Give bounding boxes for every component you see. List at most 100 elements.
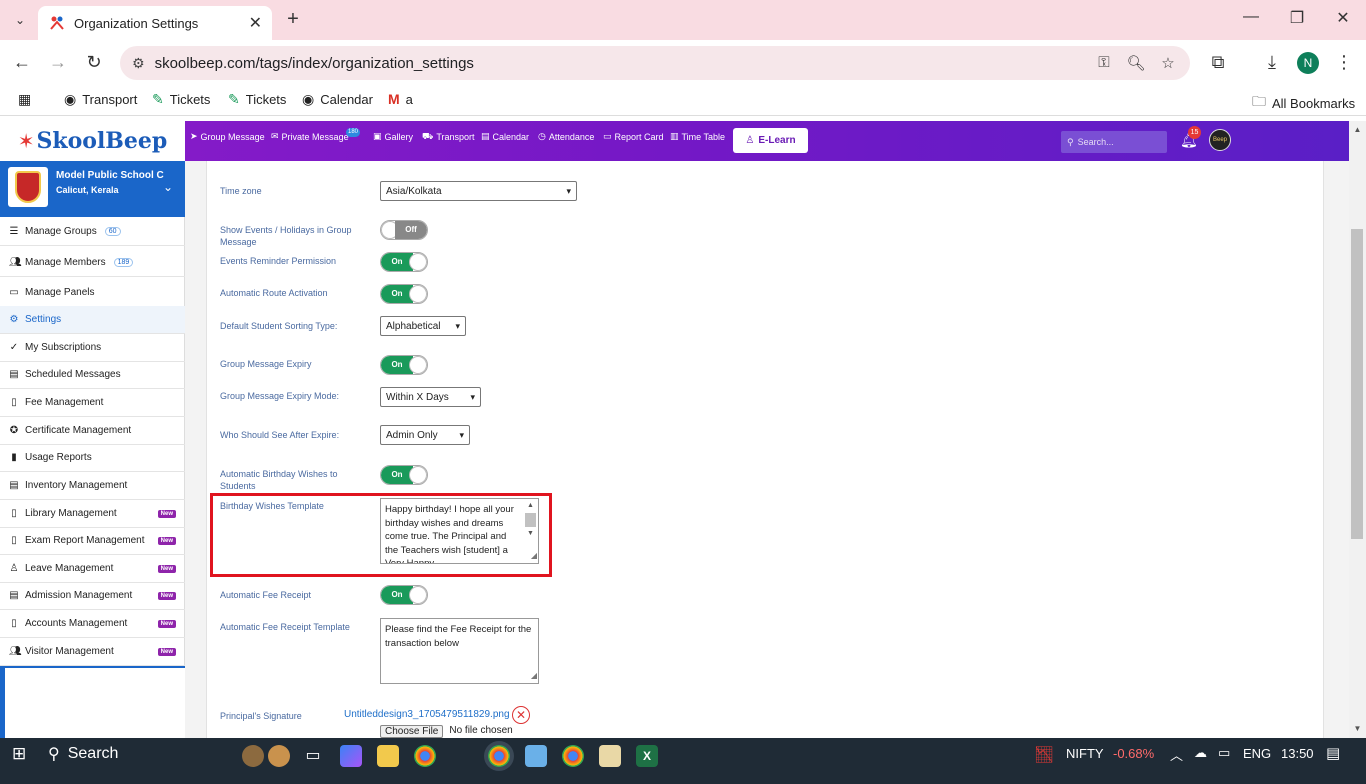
sidebar-item-library-management[interactable]: ▯ Library Management New bbox=[0, 500, 185, 528]
chrome-profile-icon[interactable] bbox=[562, 745, 584, 767]
nav-report-card[interactable]: ▭ Report Card bbox=[603, 131, 664, 142]
taskbar-widget-icon[interactable] bbox=[268, 745, 290, 767]
bookmark-transport[interactable]: ◉ Transport bbox=[64, 91, 137, 108]
copilot-icon[interactable] bbox=[340, 745, 362, 767]
browser-tab[interactable]: Organization Settings ✕ bbox=[38, 6, 272, 40]
sidebar-item-usage-reports[interactable]: ▮ Usage Reports bbox=[0, 444, 185, 472]
nav-group-message[interactable]: ➤ Group Message bbox=[190, 131, 265, 142]
sidebar-item-visitor-management[interactable]: 👥︎ Visitor Management New bbox=[0, 638, 185, 666]
sidebar-item-manage-panels[interactable]: ▭ Manage Panels bbox=[0, 279, 185, 307]
nav-attendance[interactable]: ◷ Attendance bbox=[538, 131, 594, 142]
sidebar-item-accounts-management[interactable]: ▯ Accounts Management New bbox=[0, 610, 185, 638]
sidebar-item-manage-members[interactable]: 👥︎ Manage Members 189 bbox=[0, 249, 185, 277]
new-badge: New bbox=[157, 591, 176, 600]
bookmark-tickets-2[interactable]: ✎ Tickets bbox=[228, 91, 286, 108]
clock-time[interactable]: 13:50 bbox=[1281, 746, 1314, 761]
all-bookmarks[interactable]: 🗀 All Bookmarks bbox=[1252, 91, 1355, 115]
resize-handle-icon[interactable]: ◢ bbox=[531, 669, 537, 683]
task-view-icon[interactable]: ▭ bbox=[302, 745, 324, 767]
bookmark-tickets-1[interactable]: ✎ Tickets bbox=[152, 91, 210, 108]
sidebar-item-admission-management[interactable]: ▤ Admission Management New bbox=[0, 582, 185, 610]
show-events-toggle[interactable]: Off bbox=[380, 220, 428, 240]
school-city: Calicut, Kerala bbox=[56, 185, 119, 195]
bus-icon: ⛟ bbox=[422, 131, 434, 141]
browser-menu-icon[interactable]: ⋮ bbox=[1332, 52, 1356, 73]
sidebar-item-scheduled-messages[interactable]: ▤ Scheduled Messages bbox=[0, 361, 185, 389]
school-crest bbox=[8, 167, 48, 207]
onedrive-icon[interactable]: ☁ bbox=[1194, 745, 1207, 761]
sidebar-item-certificate-management[interactable]: ✪ Certificate Management bbox=[0, 417, 185, 445]
sidebar-item-inventory-management[interactable]: ▤ Inventory Management bbox=[0, 472, 185, 500]
nav-gallery[interactable]: ▣ Gallery bbox=[373, 131, 413, 142]
sorting-select[interactable]: Alphabetical ▾ bbox=[380, 316, 466, 336]
apps-grid-icon[interactable]: ▦ bbox=[18, 91, 31, 108]
omnibox[interactable]: ⚙ skoolbeep.com/tags/index/organization_… bbox=[120, 46, 1190, 80]
windows-start-icon[interactable]: ⊞ bbox=[12, 744, 26, 764]
user-avatar[interactable]: Beep bbox=[1209, 129, 1231, 151]
gm-expiry-mode-select[interactable]: Within X Days ▾ bbox=[380, 387, 481, 407]
stock-chart-icon[interactable]: 📉︎ bbox=[1034, 745, 1054, 765]
forward-icon[interactable]: → bbox=[46, 52, 70, 74]
chrome-active-icon[interactable] bbox=[488, 745, 510, 767]
excel-icon[interactable]: X bbox=[636, 745, 658, 767]
sidebar-item-settings[interactable]: ⚙ Settings bbox=[0, 306, 185, 334]
extensions-icon[interactable]: ⧉ bbox=[1206, 52, 1230, 73]
taskbar-search[interactable]: ⚲ Search bbox=[48, 744, 118, 764]
sidebar-item-fee-management[interactable]: ▯ Fee Management bbox=[0, 389, 185, 417]
timezone-select[interactable]: Asia/Kolkata ▾ bbox=[380, 181, 577, 201]
elearn-button[interactable]: ♙ E-Learn bbox=[733, 128, 808, 153]
site-info-icon[interactable]: ⚙ bbox=[132, 55, 145, 72]
gm-expiry-toggle[interactable]: On bbox=[380, 355, 428, 375]
bookmark-calendar[interactable]: ◉ Calendar bbox=[302, 91, 373, 108]
window-close-icon[interactable]: ✕ bbox=[1331, 8, 1355, 28]
nav-private-message[interactable]: ✉ Private Message bbox=[271, 131, 349, 142]
file-chooser[interactable]: Choose File No file chosen bbox=[380, 725, 513, 738]
taskbar-widget-icon[interactable] bbox=[242, 745, 264, 767]
sidebar-item-exam-report-management[interactable]: ▯ Exam Report Management New bbox=[0, 527, 185, 555]
bookmark-gmail[interactable]: Ma bbox=[388, 91, 413, 107]
nav-transport[interactable]: ⛟ Transport bbox=[422, 131, 475, 143]
download-icon[interactable]: ⤓ bbox=[1260, 52, 1284, 73]
chrome-icon[interactable] bbox=[414, 745, 436, 767]
accounts-icon: ▯ bbox=[11, 618, 17, 629]
reload-icon[interactable]: ↻ bbox=[82, 52, 106, 74]
fee-template-textarea[interactable]: Please find the Fee Receipt for the tran… bbox=[380, 618, 539, 684]
language-indicator[interactable]: ENG bbox=[1243, 746, 1271, 761]
choose-file-button[interactable]: Choose File bbox=[380, 725, 444, 738]
sidebar-item-my-subscriptions[interactable]: ✓ My Subscriptions bbox=[0, 334, 185, 362]
chevron-down-icon[interactable]: ⌄ bbox=[163, 180, 173, 194]
auto-birthday-toggle[interactable]: On bbox=[380, 465, 428, 485]
events-reminder-toggle[interactable]: On bbox=[380, 252, 428, 272]
notification-center-icon[interactable]: ▤ bbox=[1326, 744, 1340, 762]
network-icon[interactable]: ▭ bbox=[1218, 745, 1230, 761]
back-icon[interactable]: ← bbox=[10, 52, 34, 74]
sidebar-item-manage-groups[interactable]: ☰ Manage Groups 60 bbox=[0, 218, 185, 246]
paint-icon[interactable] bbox=[599, 745, 621, 767]
auto-route-toggle[interactable]: On bbox=[380, 284, 428, 304]
tab-close-icon[interactable]: ✕ bbox=[249, 13, 262, 33]
notepad-icon[interactable] bbox=[525, 745, 547, 767]
who-see-select[interactable]: Admin Only ▾ bbox=[380, 425, 470, 445]
auto-fee-receipt-toggle[interactable]: On bbox=[380, 585, 428, 605]
calendar-icon: ▤ bbox=[481, 131, 490, 141]
zoom-icon[interactable]: 🔍︎ bbox=[1126, 54, 1146, 72]
sidebar-item-leave-management[interactable]: ♙ Leave Management New bbox=[0, 555, 185, 583]
school-name: Model Public School C bbox=[56, 170, 164, 181]
nav-calendar[interactable]: ▤ Calendar bbox=[481, 131, 529, 142]
search-icon: ⚲ bbox=[1067, 136, 1074, 147]
profile-avatar[interactable]: N bbox=[1297, 52, 1319, 74]
bookmark-star-icon[interactable]: ☆ bbox=[1158, 54, 1178, 72]
page-scrollbar[interactable]: ▲ ▼ bbox=[1349, 121, 1366, 738]
nav-time-table[interactable]: ▥ Time Table bbox=[670, 131, 725, 142]
file-explorer-icon[interactable] bbox=[377, 745, 399, 767]
restore-icon[interactable]: ❐ bbox=[1285, 8, 1309, 28]
minimize-icon[interactable]: — bbox=[1239, 8, 1263, 26]
tab-search-icon[interactable]: ⌄ bbox=[8, 8, 32, 32]
new-tab-icon[interactable]: + bbox=[282, 8, 304, 31]
tray-chevron-icon[interactable]: ︿ bbox=[1170, 745, 1183, 764]
password-key-icon[interactable]: ⚿ bbox=[1094, 54, 1114, 71]
delete-file-icon[interactable]: ✕ bbox=[512, 706, 530, 724]
signature-file-link[interactable]: Untitleddesign3_1705479511829.png bbox=[344, 709, 510, 720]
skoolbeep-logo[interactable]: ✶ SkoolBeep bbox=[0, 121, 185, 161]
app-search-input[interactable]: ⚲ Search... bbox=[1061, 131, 1167, 153]
